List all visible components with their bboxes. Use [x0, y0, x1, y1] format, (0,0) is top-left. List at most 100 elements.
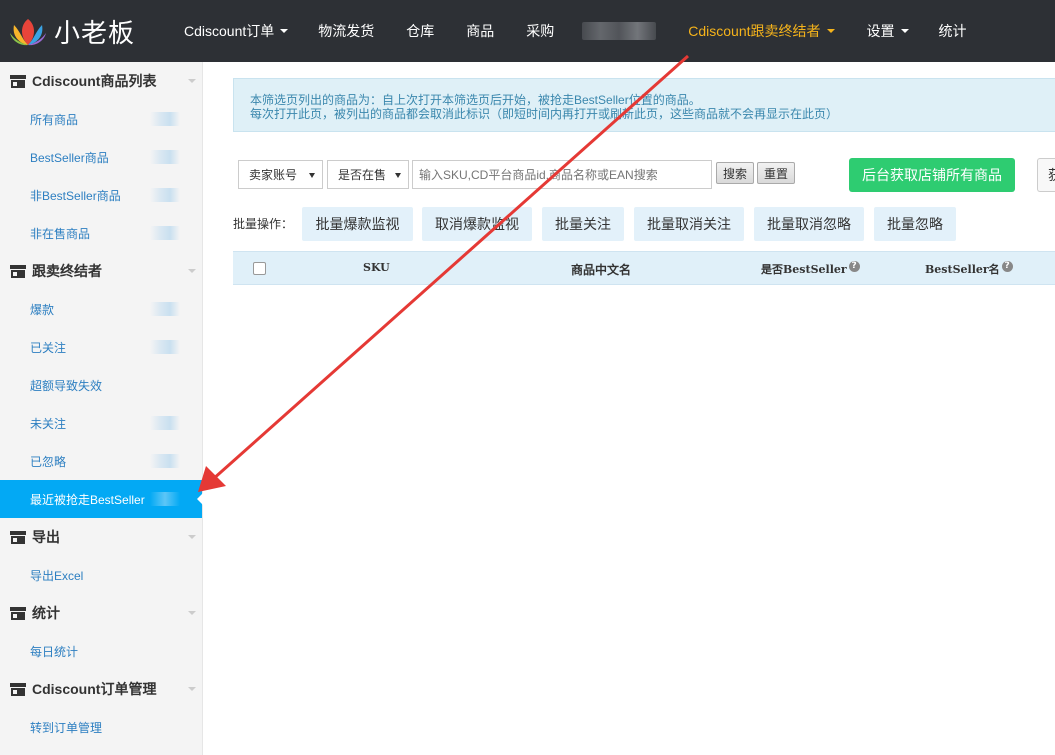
batch-follow-button[interactable]: 批量关注 — [542, 207, 624, 241]
chevron-down-icon — [188, 269, 196, 273]
button-label: 批量忽略 — [887, 216, 943, 232]
brand-name: 小老板 — [54, 18, 136, 49]
column-header-is-bestseller[interactable]: 是否BestSeller? — [761, 261, 860, 277]
select-all-checkbox[interactable] — [253, 262, 266, 275]
sidebar-group-product-list[interactable]: Cdiscount商品列表 — [0, 62, 202, 100]
button-label: 批量爆款监视 — [315, 216, 400, 232]
top-navbar: 小老板 Cdiscount订单 物流发货 仓库 商品 采购 Cdiscount跟… — [0, 0, 1055, 62]
chevron-down-icon — [188, 79, 196, 83]
count-badge — [150, 226, 180, 240]
nav-products[interactable]: 商品 — [466, 0, 494, 62]
nav-logistics[interactable]: 物流发货 — [318, 0, 374, 62]
header-label: BestSeller名 — [925, 263, 1000, 276]
count-badge — [150, 454, 180, 468]
info-notice: 本筛选页列出的商品为：自上次打开本筛选页后开始，被抢走BestSeller位置的… — [233, 78, 1055, 132]
nav-warehouse[interactable]: 仓库 — [406, 0, 434, 62]
sidebar-item-ignored[interactable]: 已忽略 — [0, 442, 202, 480]
button-label: 后台获取店铺所有商品 — [862, 167, 1002, 183]
button-label: 重置 — [763, 166, 788, 181]
store-icon — [10, 74, 26, 88]
sidebar-item-followed[interactable]: 已关注 — [0, 328, 202, 366]
sidebar-item-not-on-sale[interactable]: 非在售商品 — [0, 214, 202, 252]
batch-unfollow-button[interactable]: 批量取消关注 — [634, 207, 744, 241]
sidebar-group-title: 统计 — [32, 605, 60, 621]
column-header-bestseller-name[interactable]: BestSeller名? — [925, 261, 1013, 277]
batch-ignore-button[interactable]: 批量忽略 — [874, 207, 956, 241]
sidebar-item-bestseller-products[interactable]: BestSeller商品 — [0, 138, 202, 176]
batch-unignore-button[interactable]: 批量取消忽略 — [754, 207, 864, 241]
nav-cdiscount-follow-terminator[interactable]: Cdiscount跟卖终结者 — [688, 0, 835, 62]
count-badge — [150, 416, 180, 430]
sidebar-group-follow-terminator[interactable]: 跟卖终结者 — [0, 252, 202, 290]
on-sale-select[interactable]: 是否在售 — [327, 160, 409, 189]
sidebar-group-title: 跟卖终结者 — [32, 263, 102, 279]
nav-label: 仓库 — [406, 23, 435, 39]
nav-purchasing[interactable]: 采购 — [526, 0, 554, 62]
sidebar-item-label: 非在售商品 — [30, 226, 91, 241]
fetch-all-store-products-button[interactable]: 后台获取店铺所有商品 — [849, 158, 1015, 192]
button-label: 搜索 — [722, 166, 747, 181]
sidebar-item-label: 已关注 — [30, 340, 67, 355]
button-label: 批量取消忽略 — [767, 216, 851, 232]
sidebar-item-all-products[interactable]: 所有商品 — [0, 100, 202, 138]
column-header-sku[interactable]: SKU — [363, 261, 390, 274]
sidebar-item-go-order-management[interactable]: 转到订单管理 — [0, 708, 202, 746]
sidebar-item-label: 导出Excel — [30, 568, 84, 583]
button-label: 获 — [1048, 165, 1055, 185]
nav-settings[interactable]: 设置 — [867, 0, 909, 62]
nav-cdiscount-orders[interactable]: Cdiscount订单 — [184, 0, 289, 62]
sidebar-group-statistics[interactable]: 统计 — [0, 594, 202, 632]
sidebar-item-non-bestseller-products[interactable]: 非BestSeller商品 — [0, 176, 202, 214]
store-icon — [10, 530, 26, 544]
column-header-product-name[interactable]: 商品中文名 — [571, 261, 631, 278]
sidebar-item-label: 已忽略 — [30, 454, 67, 469]
blurred-nav-item — [582, 22, 657, 40]
sidebar-item-over-limit[interactable]: 超额导致失效 — [0, 366, 202, 404]
nav-statistics[interactable]: 统计 — [939, 0, 967, 62]
seller-account-select[interactable]: 卖家账号 — [238, 160, 323, 189]
sidebar-item-hot[interactable]: 爆款 — [0, 290, 202, 328]
batch-hot-monitor-button[interactable]: 批量爆款监视 — [302, 207, 413, 241]
batch-actions-label: 批量操作： — [233, 217, 294, 231]
count-badge — [150, 150, 180, 164]
lotus-logo-icon — [10, 19, 46, 46]
button-label: 批量取消关注 — [647, 216, 731, 232]
search-button[interactable]: 搜索 — [716, 162, 754, 184]
button-label: 批量关注 — [555, 216, 611, 232]
notice-line: 每次打开此页，被列出的商品都会取消此标识（即短时间内再打开或刷新此页，这些商品就… — [250, 107, 839, 121]
notice-line: 本筛选页列出的商品为：自上次打开本筛选页后开始，被抢走BestSeller位置的… — [250, 93, 701, 107]
count-badge — [150, 492, 180, 506]
reset-button[interactable]: 重置 — [757, 162, 795, 184]
help-icon[interactable]: ? — [1001, 261, 1013, 272]
nav-label: 采购 — [526, 23, 555, 39]
main-nav: Cdiscount订单 物流发货 仓库 商品 采购 Cdiscount跟卖终结者… — [160, 0, 967, 62]
sidebar: Cdiscount商品列表 所有商品 BestSeller商品 非BestSel… — [0, 62, 203, 755]
sidebar-item-export-excel[interactable]: 导出Excel — [0, 556, 202, 594]
sidebar-item-label: 超额导致失效 — [30, 378, 103, 393]
select-value: 卖家账号 — [249, 168, 298, 182]
help-icon[interactable]: ? — [848, 261, 860, 272]
cancel-hot-monitor-button[interactable]: 取消爆款监视 — [422, 207, 532, 241]
sidebar-item-label: 非BestSeller商品 — [30, 188, 121, 203]
table-header: SKU 商品中文名 是否BestSeller? BestSeller名? — [233, 251, 1055, 285]
sidebar-item-label: BestSeller商品 — [30, 150, 109, 165]
chevron-down-icon — [826, 29, 835, 33]
sidebar-item-daily-stats[interactable]: 每日统计 — [0, 632, 202, 670]
chevron-down-icon — [188, 611, 196, 615]
brand[interactable]: 小老板 — [0, 0, 160, 62]
sidebar-item-unfollowed[interactable]: 未关注 — [0, 404, 202, 442]
sidebar-item-recently-lost-bestseller[interactable]: 最近被抢走BestSeller — [0, 480, 203, 518]
count-badge — [150, 302, 180, 316]
button-label: 取消爆款监视 — [435, 216, 519, 232]
sidebar-group-export[interactable]: 导出 — [0, 518, 202, 556]
chevron-down-icon — [188, 687, 196, 691]
search-input[interactable] — [412, 160, 712, 189]
sidebar-item-label: 最近被抢走BestSeller — [30, 492, 145, 507]
nav-label: Cdiscount订单 — [184, 23, 275, 39]
truncated-button[interactable]: 获 — [1037, 158, 1055, 192]
nav-label: 统计 — [938, 23, 967, 39]
select-value: 是否在售 — [338, 168, 387, 182]
chevron-down-icon — [188, 535, 196, 539]
sidebar-group-order-management[interactable]: Cdiscount订单管理 — [0, 670, 202, 708]
sidebar-group-title: Cdiscount商品列表 — [32, 73, 157, 89]
